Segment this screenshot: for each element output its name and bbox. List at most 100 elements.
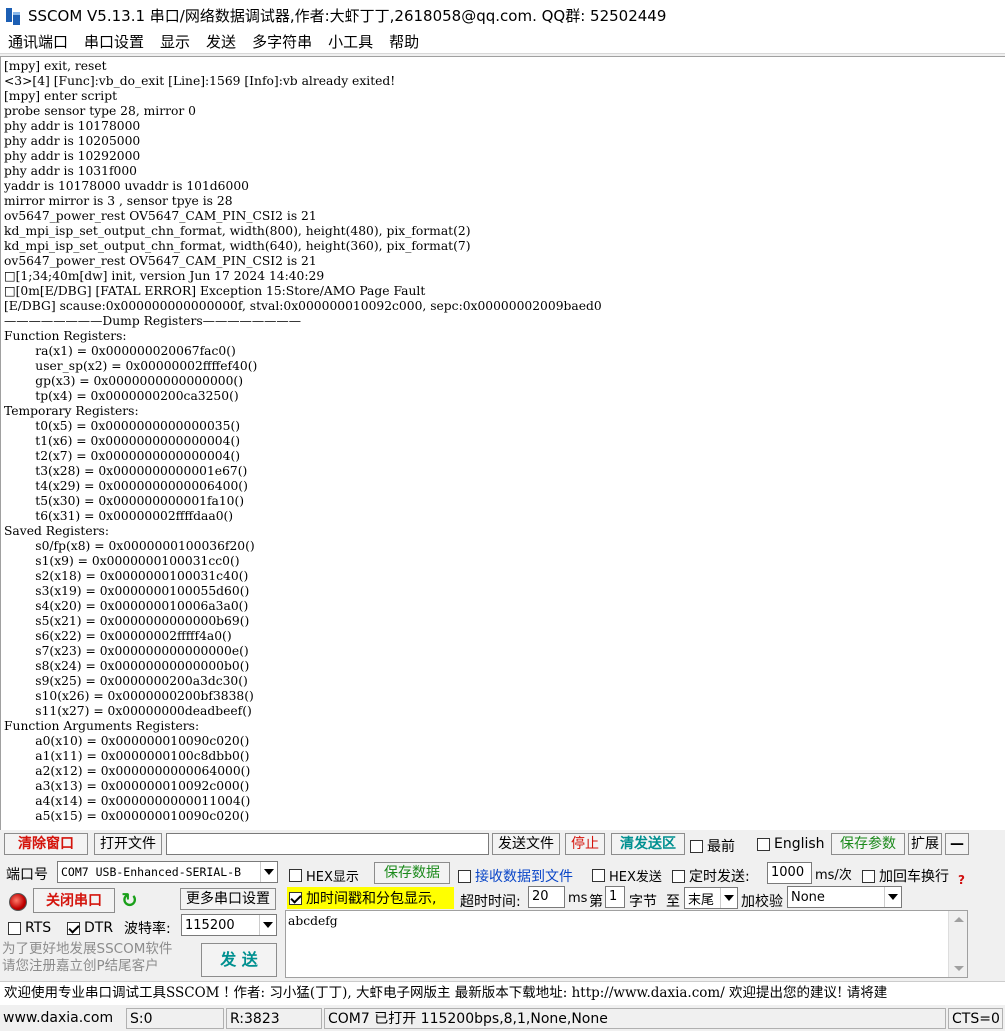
dtr-checkbox-box[interactable] (67, 921, 80, 935)
terminal-line: ov5647_power_rest OV5647_CAM_PIN_CSI2 is… (4, 254, 317, 268)
expand-button[interactable]: 扩展 (908, 833, 942, 855)
file-path-input[interactable] (166, 833, 489, 855)
menu-serial-settings[interactable]: 串口设置 (76, 31, 152, 53)
save-data-button[interactable]: 保存数据 (374, 862, 450, 884)
timestamp-checkbox-box[interactable] (289, 891, 302, 905)
menu-send[interactable]: 发送 (198, 31, 244, 53)
terminal-line: yaddr is 10178000 uvaddr is 101d6000 (4, 179, 249, 193)
terminal-line: s10(x26) = 0x0000000200bf3838() (4, 689, 254, 703)
recv-to-file-checkbox-box[interactable] (458, 869, 471, 883)
rts-checkbox[interactable]: RTS (8, 920, 51, 936)
promo-line-2[interactable]: 请您注册嘉立创P结尾客户 (2, 958, 192, 975)
terminal-line: [mpy] enter script (4, 89, 118, 103)
terminal-line: phy addr is 10292000 (4, 149, 141, 163)
topmost-checkbox[interactable]: 最前 (690, 836, 735, 856)
rts-label: RTS (25, 920, 52, 936)
terminal-line: s4(x20) = 0x000000010006a3a0() (4, 599, 249, 613)
close-port-button[interactable]: 关闭串口 (33, 888, 115, 913)
timed-send-checkbox[interactable]: 定时发送: (672, 866, 750, 886)
promo-line-1[interactable]: 为了更好地发展SSCOM软件 (2, 941, 192, 958)
menu-display[interactable]: 显示 (152, 31, 198, 53)
recv-to-file-label: 接收数据到文件 (475, 869, 573, 885)
menu-tools[interactable]: 小工具 (320, 31, 381, 53)
terminal-line: a5(x15) = 0x000000010090c020() (4, 809, 250, 823)
terminal-line: <3>[4] [Func]:vb_do_exit [Line]:1569 [In… (4, 74, 396, 88)
chevron-down-icon[interactable] (720, 888, 737, 908)
send-file-button[interactable]: 发送文件 (492, 833, 560, 855)
open-file-button[interactable]: 打开文件 (94, 833, 162, 855)
rts-checkbox-box[interactable] (8, 921, 21, 935)
status-website[interactable]: www.daxia.com (0, 1008, 124, 1029)
menu-comm-port[interactable]: 通讯端口 (0, 31, 76, 53)
status-bar: www.daxia.com S:0 R:3823 COM7 已打开 115200… (0, 1006, 1005, 1031)
english-label: English (774, 836, 825, 852)
port-select[interactable]: COM7 USB-Enhanced-SERIAL-B (57, 861, 278, 883)
hex-send-checkbox-box[interactable] (592, 869, 605, 882)
terminal-line: a0(x10) = 0x000000010090c020() (4, 734, 250, 748)
byte-no-input[interactable]: 1 (605, 886, 625, 908)
chevron-down-icon[interactable] (260, 862, 277, 882)
add-crlf-label: 加回车换行 (879, 869, 949, 885)
add-crlf-checkbox-box[interactable] (862, 869, 875, 883)
english-checkbox-box[interactable] (757, 837, 770, 851)
terminal-line: t2(x7) = 0x0000000000000004() (4, 449, 241, 463)
clear-send-area-button[interactable]: 清发送区 (611, 833, 685, 855)
checksum-select[interactable]: None (787, 886, 902, 908)
terminal-line: a1(x11) = 0x0000000100c8dbb0() (4, 749, 250, 763)
refresh-icon[interactable]: ↻ (121, 890, 138, 910)
terminal-line: kd_mpi_isp_set_output_chn_format, width(… (4, 239, 471, 253)
terminal-line: ————————Dump Registers———————— (4, 314, 302, 328)
timestamp-label: 加时间戳和分包显示, (306, 891, 437, 907)
promo-text[interactable]: 为了更好地发展SSCOM软件 请您注册嘉立创P结尾客户 (2, 941, 192, 975)
hex-display-checkbox-box[interactable] (289, 869, 302, 882)
send-area-scrollbar[interactable] (948, 911, 967, 977)
baud-select[interactable]: 115200 (181, 914, 277, 936)
timeout-label: 超时时间: (460, 894, 521, 910)
baud-label: 波特率: (124, 921, 171, 937)
timed-send-checkbox-box[interactable] (672, 869, 685, 883)
add-crlf-checkbox[interactable]: 加回车换行 (862, 866, 949, 886)
terminal-line: [E/DBG] scause:0x000000000000000f, stval… (4, 299, 602, 313)
timestamp-checkbox[interactable]: 加时间戳和分包显示, (287, 887, 454, 909)
interval-input[interactable]: 1000 (767, 862, 812, 884)
send-button[interactable]: 发 送 (201, 943, 277, 977)
receive-terminal[interactable]: [mpy] exit, reset <3>[4] [Func]:vb_do_exi… (0, 56, 1005, 830)
terminal-line: a3(x13) = 0x000000010092c000() (4, 779, 250, 793)
chevron-down-icon[interactable] (259, 915, 276, 935)
clear-window-button[interactable]: 清除窗口 (4, 833, 88, 855)
to-label: 至 (666, 894, 680, 910)
send-text-area[interactable]: abcdefg (285, 910, 968, 978)
terminal-line: ov5647_power_rest OV5647_CAM_PIN_CSI2 is… (4, 209, 317, 223)
terminal-line: probe sensor type 28, mirror 0 (4, 104, 196, 118)
timeout-input[interactable]: 20 (528, 886, 565, 908)
send-text-value[interactable]: abcdefg (288, 914, 338, 928)
terminal-line: s8(x24) = 0x00000000000000b0() (4, 659, 250, 673)
terminal-line: ra(x1) = 0x000000020067fac0() (4, 344, 236, 358)
interval-unit: ms/次 (815, 868, 852, 883)
terminal-line: s5(x21) = 0x0000000000000b69() (4, 614, 250, 628)
terminal-line: t4(x29) = 0x0000000000006400() (4, 479, 248, 493)
menu-bar: 通讯端口 串口设置 显示 发送 多字符串 小工具 帮助 (0, 30, 1005, 54)
terminal-line: s3(x19) = 0x0000000100055d60() (4, 584, 250, 598)
menu-multi-string[interactable]: 多字符串 (244, 31, 320, 53)
scroll-up-icon[interactable] (954, 917, 964, 922)
stop-button[interactable]: 停止 (565, 833, 605, 855)
dtr-checkbox[interactable]: DTR (67, 920, 113, 936)
hex-send-checkbox[interactable]: HEX发送 (592, 866, 662, 885)
topmost-checkbox-box[interactable] (690, 839, 703, 853)
save-params-button[interactable]: 保存参数 (831, 833, 905, 855)
port-label: 端口号 (6, 867, 48, 883)
topmost-label: 最前 (707, 839, 735, 855)
menu-help[interactable]: 帮助 (381, 31, 427, 53)
scroll-down-icon[interactable] (954, 966, 964, 971)
to-select[interactable]: 末尾 (684, 887, 738, 909)
more-port-settings-button[interactable]: 更多串口设置 (180, 888, 276, 910)
checksum-label: 加校验 (741, 894, 783, 910)
english-checkbox[interactable]: English (757, 836, 825, 852)
chevron-down-icon[interactable] (884, 887, 901, 907)
hex-display-checkbox[interactable]: HEX显示 (289, 866, 359, 885)
status-sent-count: S:0 (126, 1008, 224, 1029)
recv-to-file-checkbox[interactable]: 接收数据到文件 (458, 866, 573, 886)
collapse-button[interactable]: — (945, 833, 969, 855)
terminal-line: t1(x6) = 0x0000000000000004() (4, 434, 241, 448)
